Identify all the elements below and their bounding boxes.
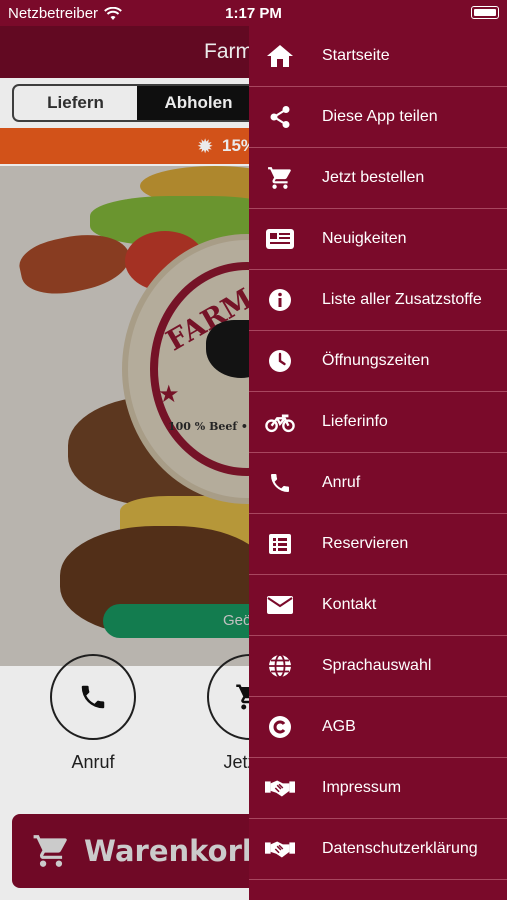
menu-item-terms[interactable]: AGB	[249, 697, 507, 758]
handshake-icon	[265, 775, 295, 801]
menu-item-contact[interactable]: Kontakt	[249, 575, 507, 636]
menu-label: Liste aller Zusatzstoffe	[322, 291, 482, 308]
clock-icon	[265, 348, 295, 374]
menu-item-call[interactable]: Anruf	[249, 453, 507, 514]
menu-label: Sprachauswahl	[322, 657, 432, 674]
menu-item-language[interactable]: Sprachauswahl	[249, 636, 507, 697]
handshake-icon	[265, 836, 295, 862]
menu-item-order[interactable]: Jetzt bestellen	[249, 148, 507, 209]
menu-label: Datenschutzerklärung	[322, 840, 478, 857]
menu-label: Impressum	[322, 779, 402, 796]
copyright-icon	[265, 714, 295, 740]
info-icon	[265, 287, 295, 313]
menu-label: Jetzt bestellen	[322, 169, 425, 186]
envelope-icon	[265, 592, 295, 618]
cart-icon	[265, 165, 295, 191]
menu-item-news[interactable]: Neuigkeiten	[249, 209, 507, 270]
menu-label: Anruf	[322, 474, 361, 491]
globe-icon	[265, 653, 295, 679]
phone-icon	[265, 470, 295, 496]
menu-label: Diese App teilen	[322, 108, 438, 125]
navigation-drawer: Startseite Diese App teilen Jetzt bestel…	[249, 26, 507, 900]
battery-icon	[471, 6, 499, 19]
menu-label: Lieferinfo	[322, 413, 388, 430]
menu-item-delivery-info[interactable]: Lieferinfo	[249, 392, 507, 453]
motorcycle-icon	[265, 409, 295, 435]
menu-item-share[interactable]: Diese App teilen	[249, 87, 507, 148]
menu-label: Öffnungszeiten	[322, 352, 430, 369]
menu-item-opening-hours[interactable]: Öffnungszeiten	[249, 331, 507, 392]
menu-label: AGB	[322, 718, 356, 735]
news-icon	[265, 226, 295, 252]
menu-item-reserve[interactable]: Reservieren	[249, 514, 507, 575]
status-bar: Netzbetreiber 1:17 PM	[0, 0, 507, 26]
menu-item-privacy[interactable]: Datenschutzerklärung	[249, 819, 507, 880]
list-icon	[265, 531, 295, 557]
share-icon	[265, 104, 295, 130]
menu-item-additives[interactable]: Liste aller Zusatzstoffe	[249, 270, 507, 331]
menu-label: Reservieren	[322, 535, 409, 552]
clock: 1:17 PM	[225, 5, 282, 22]
menu-item-home[interactable]: Startseite	[249, 26, 507, 87]
menu-label: Startseite	[322, 47, 390, 64]
home-icon	[265, 43, 295, 69]
menu-label: Kontakt	[322, 596, 377, 613]
menu-label: Neuigkeiten	[322, 230, 407, 247]
menu-item-imprint[interactable]: Impressum	[249, 758, 507, 819]
